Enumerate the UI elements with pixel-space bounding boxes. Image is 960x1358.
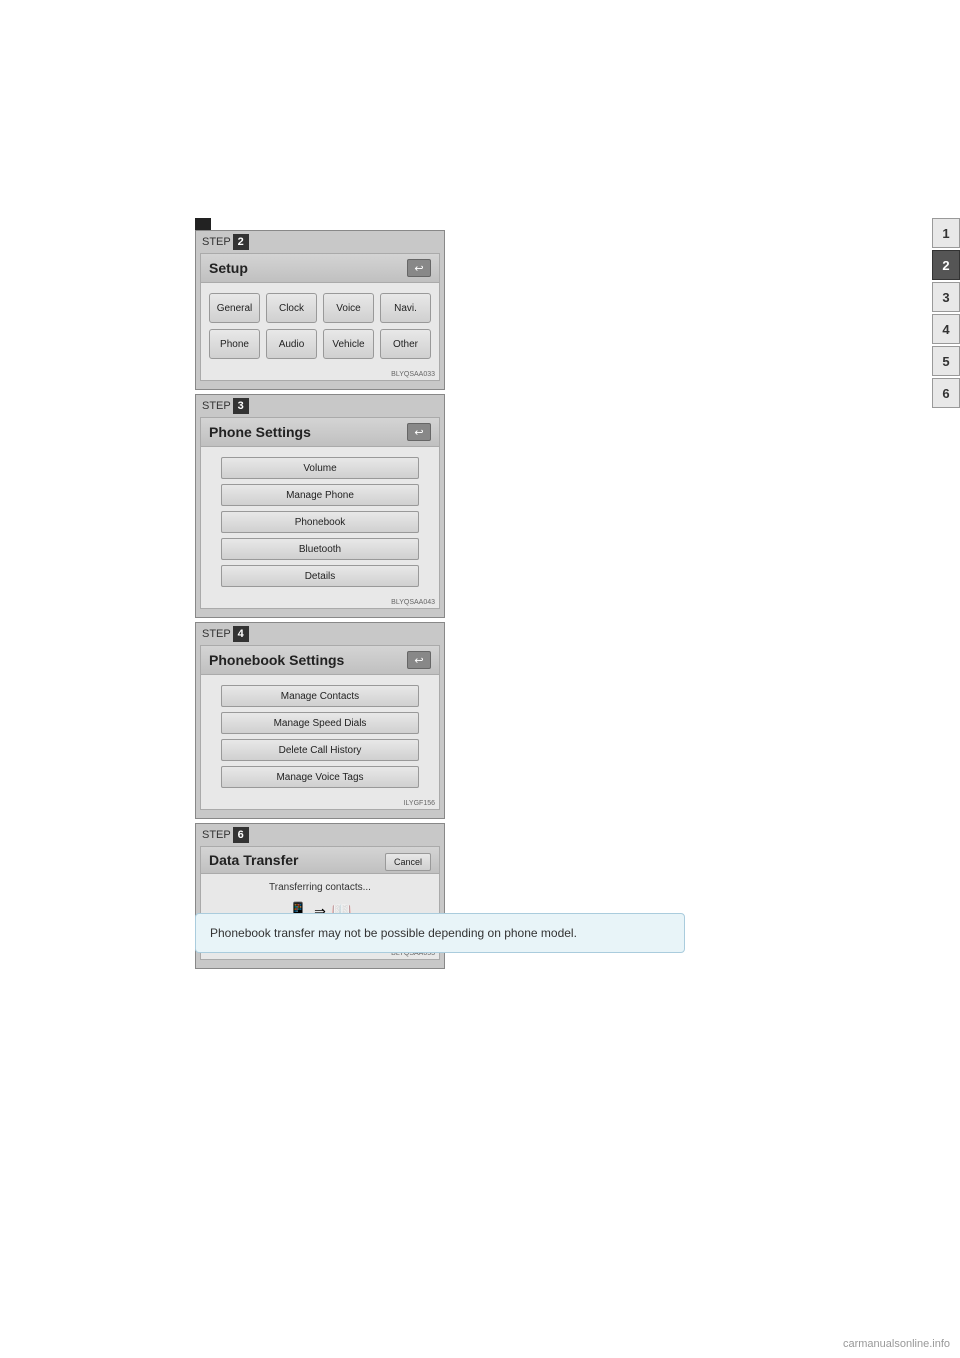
info-box: Phonebook transfer may not be possible d… xyxy=(195,913,685,953)
page: 1 2 3 4 5 6 STEP 2 Setup General Clock V… xyxy=(0,0,960,1358)
step4-title-bar: Phonebook Settings xyxy=(201,646,439,675)
step3-screen: STEP 3 Phone Settings Volume Manage Phon… xyxy=(195,394,445,618)
screens-area: STEP 2 Setup General Clock Voice Navi. P… xyxy=(195,230,445,973)
step4-panel: Phonebook Settings Manage Contacts Manag… xyxy=(200,645,440,810)
setup-other-button[interactable]: Other xyxy=(380,329,431,359)
step2-title-bar: Setup xyxy=(201,254,439,283)
step4-code: ILYGF156 xyxy=(201,798,439,809)
step6-label: STEP xyxy=(202,829,231,841)
tab-4[interactable]: 4 xyxy=(932,314,960,344)
step4-label: STEP xyxy=(202,628,231,640)
phone-volume-button[interactable]: Volume xyxy=(221,457,419,479)
step2-button-grid: General Clock Voice Navi. Phone Audio Ve… xyxy=(201,283,439,369)
step3-button-list: Volume Manage Phone Phonebook Bluetooth … xyxy=(201,447,439,597)
tab-2[interactable]: 2 xyxy=(932,250,960,280)
step2-title: Setup xyxy=(209,260,248,276)
step3-title-bar: Phone Settings xyxy=(201,418,439,447)
step3-title: Phone Settings xyxy=(209,424,311,440)
step4-number: 4 xyxy=(233,626,249,642)
info-text: Phonebook transfer may not be possible d… xyxy=(210,926,577,940)
phonebook-manage-speed-dials-button[interactable]: Manage Speed Dials xyxy=(221,712,419,734)
step3-label: STEP xyxy=(202,400,231,412)
step3-header: STEP 3 xyxy=(196,395,444,417)
step3-back-button[interactable] xyxy=(407,423,431,441)
setup-navi-button[interactable]: Navi. xyxy=(380,293,431,323)
watermark: carmanualsonline.info xyxy=(843,1338,950,1350)
step2-screen: STEP 2 Setup General Clock Voice Navi. P… xyxy=(195,230,445,390)
step4-back-button[interactable] xyxy=(407,651,431,669)
step6-cancel-button[interactable]: Cancel xyxy=(385,853,431,871)
step4-header: STEP 4 xyxy=(196,623,444,645)
step2-back-button[interactable] xyxy=(407,259,431,277)
step6-title: Data Transfer xyxy=(209,852,298,868)
step4-button-list: Manage Contacts Manage Speed Dials Delet… xyxy=(201,675,439,798)
setup-voice-button[interactable]: Voice xyxy=(323,293,374,323)
step6-header: STEP 6 xyxy=(196,824,444,846)
phone-details-button[interactable]: Details xyxy=(221,565,419,587)
step6-number: 6 xyxy=(233,827,249,843)
setup-clock-button[interactable]: Clock xyxy=(266,293,317,323)
step2-panel: Setup General Clock Voice Navi. Phone Au… xyxy=(200,253,440,381)
phonebook-manage-contacts-button[interactable]: Manage Contacts xyxy=(221,685,419,707)
tab-1[interactable]: 1 xyxy=(932,218,960,248)
phone-manage-phone-button[interactable]: Manage Phone xyxy=(221,484,419,506)
tab-5[interactable]: 5 xyxy=(932,346,960,376)
setup-general-button[interactable]: General xyxy=(209,293,260,323)
step2-header: STEP 2 xyxy=(196,231,444,253)
step3-number: 3 xyxy=(233,398,249,414)
step3-code: BLYQSAA043 xyxy=(201,597,439,608)
step4-title: Phonebook Settings xyxy=(209,652,344,668)
transferring-text: Transferring contacts... xyxy=(211,882,429,893)
step2-code: BLYQSAA033 xyxy=(201,369,439,380)
phone-bluetooth-button[interactable]: Bluetooth xyxy=(221,538,419,560)
tab-3[interactable]: 3 xyxy=(932,282,960,312)
phonebook-manage-voice-tags-button[interactable]: Manage Voice Tags xyxy=(221,766,419,788)
phone-phonebook-button[interactable]: Phonebook xyxy=(221,511,419,533)
step4-screen: STEP 4 Phonebook Settings Manage Contact… xyxy=(195,622,445,819)
step2-number: 2 xyxy=(233,234,249,250)
side-tabs: 1 2 3 4 5 6 xyxy=(932,218,960,408)
setup-audio-button[interactable]: Audio xyxy=(266,329,317,359)
phonebook-delete-call-history-button[interactable]: Delete Call History xyxy=(221,739,419,761)
setup-phone-button[interactable]: Phone xyxy=(209,329,260,359)
setup-vehicle-button[interactable]: Vehicle xyxy=(323,329,374,359)
step3-panel: Phone Settings Volume Manage Phone Phone… xyxy=(200,417,440,609)
tab-6[interactable]: 6 xyxy=(932,378,960,408)
step2-label: STEP xyxy=(202,236,231,248)
step6-title-bar: Data Transfer Cancel xyxy=(201,847,439,874)
